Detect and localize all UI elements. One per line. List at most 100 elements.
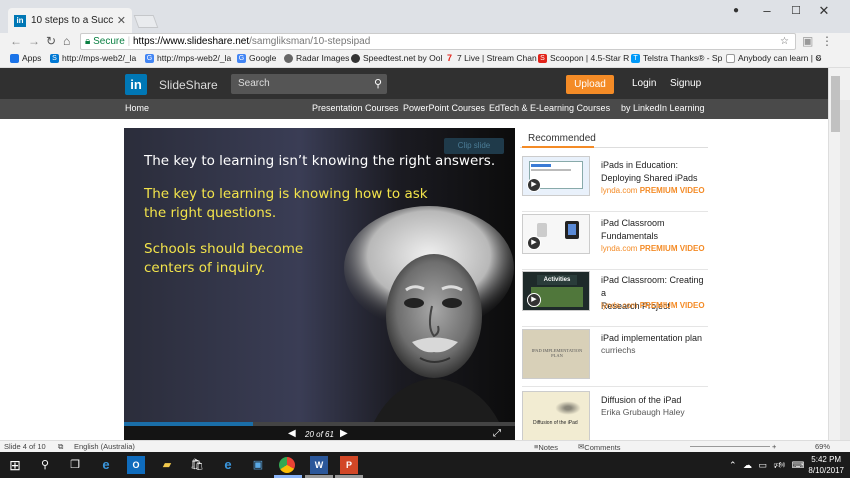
recommended-item[interactable]: ▶ iPad Classroom Fundamentals lynda.com P… <box>522 214 708 270</box>
scrollbar-thumb[interactable] <box>831 76 840 132</box>
item-source: lynda.com PREMIUM VIDEO <box>601 301 705 310</box>
play-icon: ▶ <box>527 293 541 307</box>
url-domain: https://www.slideshare.net <box>132 36 250 47</box>
bookmark-item[interactable]: Apps <box>10 53 41 63</box>
forward-icon[interactable]: → <box>28 34 40 48</box>
internet-explorer-icon[interactable]: e <box>219 456 237 474</box>
nav-linkedin-learning[interactable]: by LinkedIn Learning <box>621 103 705 113</box>
search-input[interactable]: Search ⚲ <box>231 74 387 94</box>
menu-icon[interactable]: ⋮ <box>821 34 833 48</box>
store-icon[interactable]: 🛍︎ <box>188 456 206 474</box>
comments-button[interactable]: ✉ Comments <box>578 442 621 452</box>
nav-powerpoint-courses[interactable]: PowerPoint Courses <box>403 103 485 113</box>
search-icon[interactable]: ⚲ <box>374 74 382 94</box>
recommended-tab[interactable]: Recommended <box>520 128 708 148</box>
play-icon: ▶ <box>527 178 541 192</box>
reload-icon[interactable]: ↻ <box>46 34 56 48</box>
item-author: Erika Grubaugh Haley <box>601 407 685 417</box>
next-slide-icon[interactable]: ▶ <box>340 428 348 439</box>
slide-text-line1: The key to learning isn’t knowing the ri… <box>144 153 496 169</box>
google-g-icon: G <box>145 53 154 63</box>
bookmark-item[interactable]: T Telstra Thanks® - Sp <box>631 53 722 63</box>
brand-name[interactable]: SlideShare <box>159 78 218 92</box>
slide-text-line2b: the right questions. <box>144 205 277 221</box>
clip-slide-button[interactable]: Clip slide <box>444 138 504 154</box>
home-icon[interactable]: ⌂ <box>63 34 70 48</box>
item-source: lynda.com PREMIUM VIDEO <box>601 244 705 253</box>
maximize-button[interactable]: ☐ <box>784 4 808 18</box>
nav-presentation-courses[interactable]: Presentation Courses <box>312 103 399 113</box>
linkedin-logo-icon[interactable]: in <box>125 74 147 95</box>
bookmark-item[interactable]: 77 Live | Stream Chan <box>445 53 537 63</box>
powerpoint-icon[interactable]: P <box>340 456 358 474</box>
bookmark-item[interactable]: G Google <box>237 53 276 63</box>
bookmarks-overflow-button[interactable]: » <box>816 53 822 64</box>
item-author: curriechs <box>601 345 636 355</box>
lock-icon: 🔒︎ <box>85 36 94 47</box>
slideshare-header: in SlideShare Search ⚲ Upload Login Sign… <box>0 68 828 99</box>
browser-tab[interactable]: in 10 steps to a Successful ✕ <box>8 8 132 33</box>
minimize-button[interactable]: – <box>755 4 779 18</box>
slide-image[interactable]: Clip slide The key to learning isn’t kno… <box>124 128 515 422</box>
video-thumbnail: Activities ▶ <box>522 271 590 311</box>
item-title: Diffusion of the iPad <box>601 395 682 405</box>
search-icon[interactable]: ⚲ <box>36 456 54 474</box>
slide-thumbnail: IPAD IMPLEMENTATION PLAN <box>522 329 590 379</box>
apps-grid-icon <box>10 53 19 63</box>
word-icon[interactable]: W <box>310 456 328 474</box>
edge-icon[interactable]: e <box>97 456 115 474</box>
zoom-level[interactable]: 69% <box>815 442 830 451</box>
close-tab-icon[interactable]: ✕ <box>117 14 126 27</box>
previous-slide-icon[interactable]: ◀ <box>288 428 296 439</box>
linkedin-favicon-icon: in <box>14 14 26 27</box>
category-nav: Home Presentation Courses PowerPoint Cou… <box>0 99 828 119</box>
language-label[interactable]: English (Australia) <box>74 442 135 451</box>
browser-tab-strip: in 10 steps to a Successful ✕ ● – ☐ ✕ <box>0 0 850 33</box>
chrome-icon[interactable] <box>279 457 295 473</box>
close-window-button[interactable]: ✕ <box>812 4 836 18</box>
profile-icon[interactable]: ● <box>724 4 748 18</box>
nav-edtech-courses[interactable]: EdTech & E-Learning Courses <box>489 103 610 113</box>
bookmark-item[interactable]: Anybody can learn | C <box>726 53 821 63</box>
extension-icon[interactable]: ▣ <box>802 34 813 48</box>
bookmark-item[interactable]: Radar Images <box>284 53 349 63</box>
bookmark-item[interactable]: Speedtest.net by Ool <box>351 53 442 63</box>
item-source: lynda.com PREMIUM VIDEO <box>601 186 705 195</box>
new-tab-button[interactable] <box>133 15 159 28</box>
tab-title: 10 steps to a Successful <box>31 15 113 26</box>
back-icon[interactable]: ← <box>10 34 22 48</box>
url-field[interactable]: 🔒︎ Secure | https://www.slideshare.net/s… <box>80 33 796 50</box>
recommended-item[interactable]: Activities ▶ iPad Classroom: Creating aR… <box>522 271 708 327</box>
slide-text-line3b: centers of inquiry. <box>144 260 266 276</box>
notes-button[interactable]: ≡ Notes <box>534 442 558 452</box>
windows-start-icon[interactable]: ⊞ <box>6 456 24 474</box>
fullscreen-icon[interactable]: ⤢ <box>493 428 501 439</box>
upload-button[interactable]: Upload <box>566 75 614 94</box>
login-link[interactable]: Login <box>632 78 656 89</box>
recommended-item[interactable]: IPAD IMPLEMENTATION PLAN iPad implementa… <box>522 329 708 387</box>
signup-link[interactable]: Signup <box>670 78 701 89</box>
google-g-icon: G <box>237 53 246 63</box>
document-icon <box>726 53 735 63</box>
bookmark-item[interactable]: S Scoopon | 4.5-Star R <box>538 53 629 63</box>
recommended-item[interactable]: Diffusion of the iPad Diffusion of the i… <box>522 391 708 440</box>
search-placeholder: Search <box>238 78 270 89</box>
outlook-icon[interactable]: O <box>127 456 145 474</box>
powerpoint-status-bar: Slide 4 of 10 ⧉ English (Australia) ≡ No… <box>0 440 850 452</box>
zoom-slider[interactable] <box>690 446 770 447</box>
video-thumbnail: ▶ <box>522 214 590 254</box>
remote-desktop-icon[interactable]: ▣ <box>249 456 267 474</box>
clock[interactable]: 5:42 PM 8/10/2017 <box>808 454 844 476</box>
zoom-in-icon[interactable]: + <box>772 442 776 451</box>
spellcheck-icon[interactable]: ⧉ <box>58 442 63 452</box>
bookmark-item[interactable]: Ghttp://mps-web2/_la <box>145 53 231 63</box>
task-view-icon[interactable]: ❐ <box>66 456 84 474</box>
active-tab-underline <box>522 146 594 148</box>
bookmark-star-icon[interactable]: ☆ <box>780 34 789 49</box>
slide-counter: 20 of 61 <box>305 430 334 439</box>
bookmark-item[interactable]: Shttp://mps-web2/_la <box>50 53 136 63</box>
recommended-item[interactable]: ▶ iPads in Education: Deploying Shared iP… <box>522 156 708 212</box>
nav-home[interactable]: Home <box>125 103 149 113</box>
system-tray[interactable]: ⌃ ☁ ▭ 🕬︎ ⌨ <box>729 458 807 474</box>
file-explorer-icon[interactable]: ▰ <box>158 456 176 474</box>
